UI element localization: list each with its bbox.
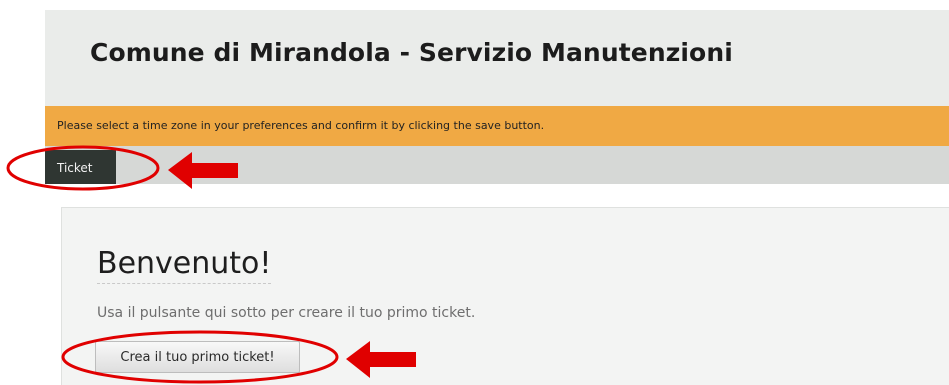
main-nav: Ticket bbox=[45, 146, 949, 184]
timezone-notice: Please select a time zone in your prefer… bbox=[45, 106, 949, 146]
create-first-ticket-button[interactable]: Crea il tuo primo ticket! bbox=[95, 341, 300, 373]
page-header: Comune di Mirandola - Servizio Manutenzi… bbox=[45, 10, 949, 106]
welcome-panel: Benvenuto! Usa il pulsante qui sotto per… bbox=[61, 207, 949, 385]
site-title: Comune di Mirandola - Servizio Manutenzi… bbox=[90, 38, 733, 67]
welcome-title: Benvenuto! bbox=[97, 246, 272, 284]
tab-ticket[interactable]: Ticket bbox=[45, 150, 116, 184]
welcome-text: Usa il pulsante qui sotto per creare il … bbox=[97, 305, 476, 321]
